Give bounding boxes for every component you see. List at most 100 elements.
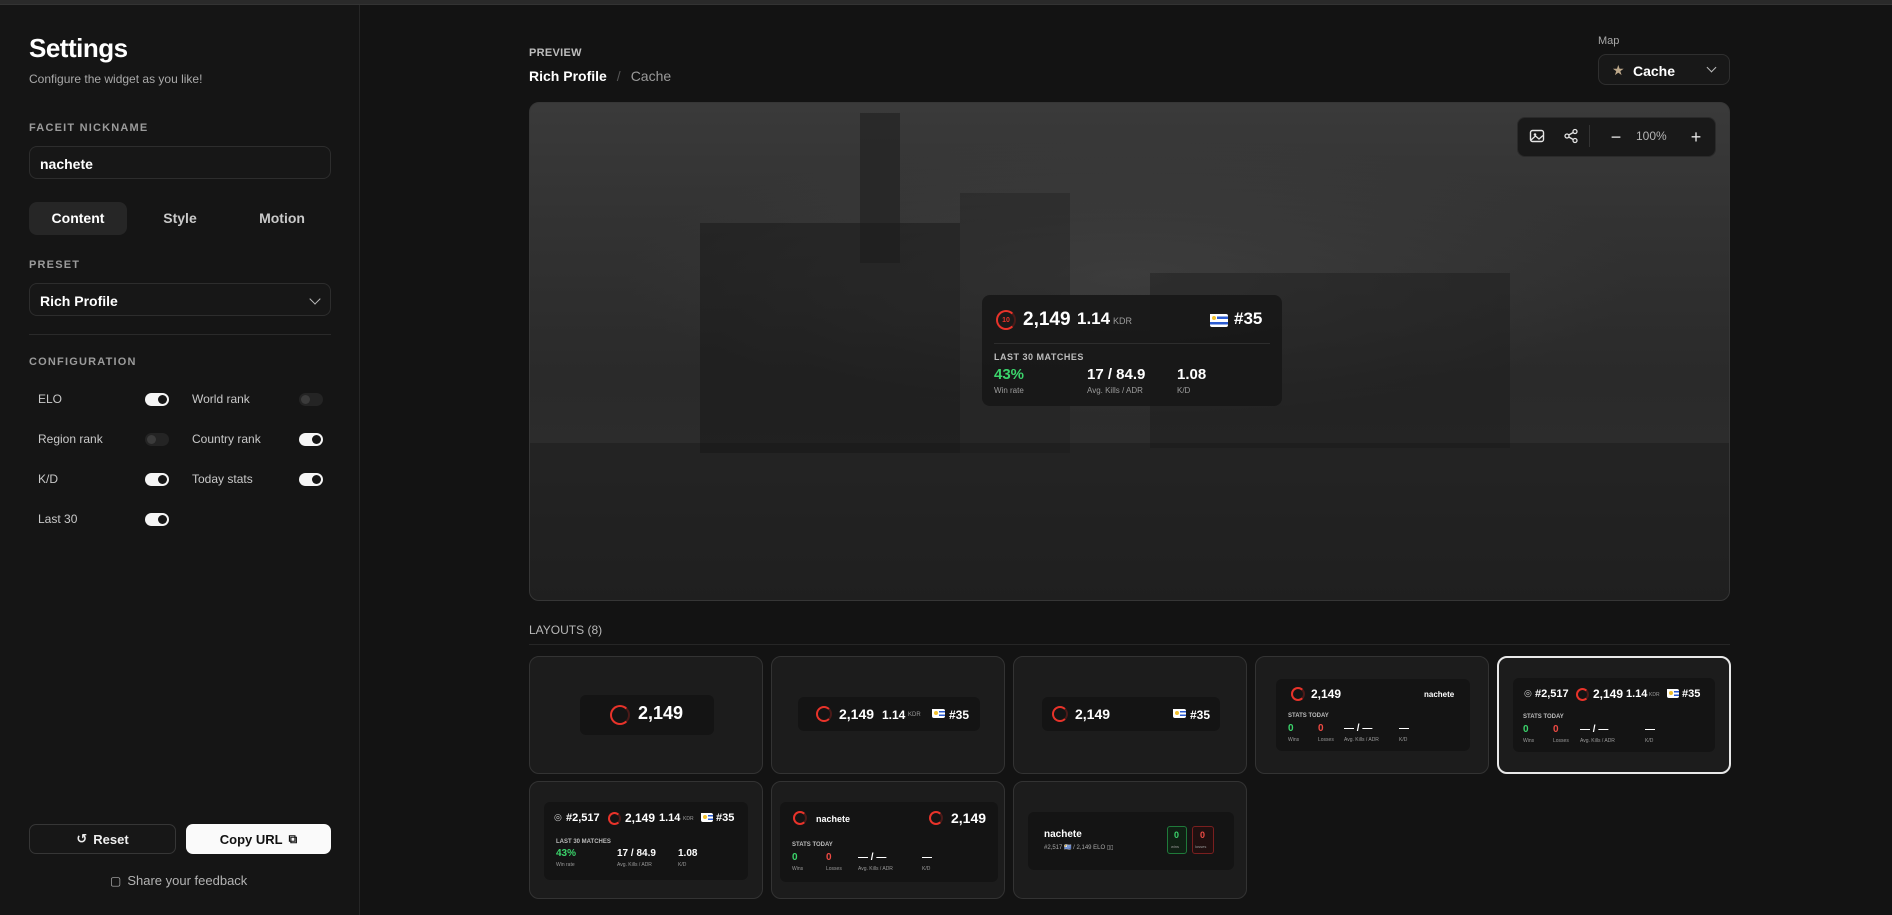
map-star-icon: ★ bbox=[1612, 62, 1625, 78]
tab-style[interactable]: Style bbox=[131, 202, 229, 235]
layout-win-rate: 43% bbox=[556, 848, 577, 859]
preset-label: PRESET bbox=[29, 259, 81, 271]
layout-kdr-label: KDR bbox=[908, 712, 921, 718]
layout-losses: 0 bbox=[1318, 723, 1324, 734]
country-flag-icon bbox=[1173, 709, 1186, 718]
nickname-label: FACEIT NICKNAME bbox=[29, 122, 149, 134]
layout-kd: — bbox=[1399, 723, 1409, 734]
widget-section-label: LAST 30 MATCHES bbox=[994, 352, 1084, 362]
widget-kdr-label: KDR bbox=[1113, 316, 1133, 326]
country-flag-icon bbox=[932, 709, 945, 718]
copy-icon: ⧉ bbox=[288, 831, 298, 846]
toggle-label-last-30: Last 30 bbox=[38, 512, 78, 526]
faceit-level-icon bbox=[1576, 688, 1589, 701]
faceit-level-icon bbox=[816, 706, 832, 722]
layout-stats-today-label: STATS TODAY bbox=[792, 842, 833, 848]
toolbar-divider bbox=[1589, 125, 1590, 147]
layout-tile-8[interactable]: nachete #2,517 🇺🇾 / 2,149 ELO ▯▯ 0 wins … bbox=[1013, 781, 1247, 899]
toggle-label-elo: ELO bbox=[38, 392, 63, 406]
layout-tile-5[interactable]: ◎ #2,517 2,149 1.14 KDR #35 STATS TODAY … bbox=[1497, 656, 1731, 774]
globe-icon: ◎ bbox=[1524, 688, 1532, 698]
widget-win-rate-label: Win rate bbox=[994, 386, 1024, 395]
widget-kdr: 1.14 bbox=[1077, 309, 1111, 328]
widget-elo: 2,149 bbox=[1023, 309, 1071, 330]
image-icon[interactable] bbox=[1528, 128, 1546, 146]
widget-card: 10 2,149 1.14 KDR #35 LAST 30 MATCHES 43… bbox=[982, 295, 1282, 406]
preset-select[interactable]: Rich Profile bbox=[29, 283, 331, 316]
widget-kd-label: K/D bbox=[1177, 386, 1191, 395]
layout-tile-6[interactable]: ◎ #2,517 2,149 1.14 KDR #35 LAST 30 MATC… bbox=[529, 781, 763, 899]
toggle-label-world-rank: World rank bbox=[192, 392, 250, 406]
country-flag-icon bbox=[1667, 689, 1679, 698]
layout-stats-today-label: STATS TODAY bbox=[1288, 713, 1329, 719]
layout-kdr-label: KDR bbox=[683, 816, 694, 822]
crumb-map: Cache bbox=[630, 68, 672, 84]
sidebar-divider bbox=[29, 334, 331, 335]
layout-kills-adr-label: Avg. Kills / ADR bbox=[1580, 738, 1615, 744]
layout-country-rank: #35 bbox=[949, 708, 970, 722]
layout-wins: 0 bbox=[792, 852, 798, 863]
toggle-region-rank[interactable] bbox=[145, 433, 169, 446]
layouts-label: LAYOUTS (8) bbox=[529, 623, 603, 637]
sidebar-subtitle: Configure the widget as you like! bbox=[29, 72, 203, 86]
widget-kills-adr: 17 / 84.9 bbox=[1087, 366, 1146, 383]
layout-wins-label: wins bbox=[1171, 844, 1180, 849]
toggle-last-30[interactable] bbox=[145, 513, 169, 526]
layout-world-rank: #2,517 bbox=[1535, 688, 1569, 700]
layout-nickname: nachete bbox=[1424, 690, 1455, 699]
background-tower bbox=[860, 113, 900, 263]
share-feedback-link[interactable]: ▢ Share your feedback bbox=[110, 873, 247, 888]
layout-nickname: nachete bbox=[816, 814, 851, 824]
preview-label: PREVIEW bbox=[529, 47, 582, 59]
faceit-level-icon bbox=[793, 811, 807, 825]
zoom-level: 100% bbox=[1636, 129, 1667, 143]
settings-tabs: Content Style Motion bbox=[29, 202, 331, 235]
layout-kills-adr-label: Avg. Kills / ADR bbox=[858, 866, 893, 872]
layout-kdr: 1.14 bbox=[1626, 688, 1648, 700]
layout-elo: 2,149 bbox=[839, 706, 875, 722]
sidebar-title: Settings bbox=[29, 33, 128, 63]
toggle-country-rank[interactable] bbox=[299, 433, 323, 446]
layout-tile-2[interactable]: 2,149 1.14 KDR #35 bbox=[771, 656, 1005, 774]
share-icon[interactable] bbox=[1562, 128, 1580, 146]
zoom-in-icon[interactable]: + bbox=[1687, 128, 1705, 146]
background-building bbox=[700, 223, 960, 453]
layout-losses-label: Losses bbox=[826, 866, 842, 872]
breadcrumb: Rich Profile / Cache bbox=[529, 68, 671, 84]
nickname-value: nachete bbox=[40, 156, 93, 172]
layout-kd-label: K/D bbox=[1399, 737, 1408, 743]
layout-win-rate-label: Win rate bbox=[556, 862, 575, 868]
toggle-elo[interactable] bbox=[145, 393, 169, 406]
widget-win-rate: 43% bbox=[994, 366, 1025, 383]
layout-tile-7[interactable]: nachete 2,149 STATS TODAY 0 Wins 0 Losse… bbox=[771, 781, 1005, 899]
faceit-level-icon: 10 bbox=[996, 310, 1016, 330]
toggle-kd[interactable] bbox=[145, 473, 169, 486]
toggle-today-stats[interactable] bbox=[299, 473, 323, 486]
widget-kills-adr-label: Avg. Kills / ADR bbox=[1087, 386, 1143, 395]
copy-url-button[interactable]: Copy URL ⧉ bbox=[186, 824, 331, 854]
chat-bubble-icon: ▢ bbox=[110, 873, 122, 888]
nickname-input[interactable]: nachete bbox=[29, 146, 331, 179]
layout-tile-3[interactable]: 2,149 #35 bbox=[1013, 656, 1247, 774]
tab-motion[interactable]: Motion bbox=[233, 202, 331, 235]
widget-country-rank: #35 bbox=[1234, 309, 1263, 328]
map-select[interactable]: ★ Cache bbox=[1598, 54, 1730, 85]
layout-tile-4[interactable]: 2,149 nachete STATS TODAY 0 Wins 0 Losse… bbox=[1255, 656, 1489, 774]
tab-content[interactable]: Content bbox=[29, 202, 127, 235]
toggle-world-rank[interactable] bbox=[299, 393, 323, 406]
layout-wins: 0 bbox=[1288, 723, 1294, 734]
layout-kd-label: K/D bbox=[922, 866, 931, 872]
reset-label: Reset bbox=[93, 831, 129, 847]
layout-kdr: 1.14 bbox=[659, 812, 681, 824]
layout-tile-1[interactable]: 2,149 bbox=[529, 656, 763, 774]
zoom-out-icon[interactable]: − bbox=[1607, 128, 1625, 146]
layout-country-rank: #35 bbox=[1190, 708, 1211, 722]
layout-wins: 0 bbox=[1523, 724, 1529, 735]
chevron-down-icon bbox=[309, 293, 321, 305]
map-value: Cache bbox=[1633, 63, 1676, 79]
reset-button[interactable]: ↺ Reset bbox=[29, 824, 176, 854]
widget-kd: 1.08 bbox=[1177, 366, 1207, 383]
layout-wins-label: Wins bbox=[1523, 738, 1535, 744]
layout-country-rank: #35 bbox=[716, 812, 735, 824]
layout-kdr-label: KDR bbox=[1649, 692, 1660, 698]
